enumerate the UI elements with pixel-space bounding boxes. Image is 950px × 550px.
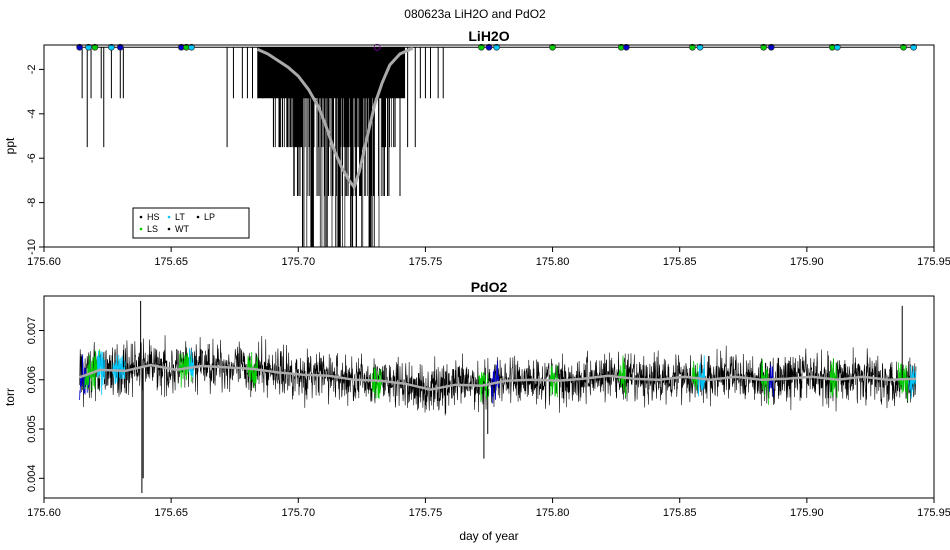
pdo2-colored-segment [188, 348, 195, 378]
lih2o-x-tick-label: 175.60 [27, 256, 61, 268]
lih2o-legend: HS LT LP LS WT [132, 207, 250, 239]
pdo2-x-tick-label: 175.65 [154, 507, 188, 519]
lih2o-y-tick-label: -6 [26, 153, 38, 163]
figure-title: 080623a LiH2O and PdO2 [404, 7, 546, 21]
pdo2-x-tick-label: 175.70 [281, 507, 315, 519]
lih2o-x-tick-label: 175.90 [790, 256, 824, 268]
pdo2-xlabel: day of year [459, 529, 518, 543]
lih2o-x-tick-label: 175.85 [663, 256, 697, 268]
pdo2-x-tick-label: 175.90 [790, 507, 824, 519]
legend-label-wt: WT [175, 224, 189, 234]
pdo2-panel: PdO2 torr 175.60 175.65 175.70 175.75 175.80… [3, 279, 950, 543]
lih2o-panel: LiH2O ppt 175.60 175.65 175.70 175.75 175.80… [3, 28, 950, 268]
pdo2-title: PdO2 [471, 279, 508, 295]
legend-label-ls: LS [147, 224, 158, 234]
lih2o-ylabel: ppt [3, 137, 17, 154]
pdo2-x-tick-label: 175.95 [917, 507, 950, 519]
lih2o-y-tick-label: -4 [26, 109, 38, 119]
lih2o-y-tick-label: -10 [26, 239, 38, 255]
pdo2-x-tick-label: 175.60 [27, 507, 61, 519]
pdo2-y-tick-label: 0.007 [26, 317, 38, 345]
lih2o-x-tick-label: 175.95 [917, 256, 950, 268]
legend-marker-ls [139, 227, 143, 231]
legend-label-hs: HS [147, 212, 160, 222]
lih2o-x-tick-label: 175.70 [281, 256, 315, 268]
pdo2-y-tick-label: 0.006 [26, 366, 38, 394]
pdo2-y-tick-label: 0.005 [26, 415, 38, 443]
lih2o-x-tick-label: 175.65 [154, 256, 188, 268]
pdo2-ylabel: torr [3, 388, 17, 406]
lih2o-title: LiH2O [468, 28, 509, 44]
lih2o-x-tick-label: 175.75 [409, 256, 443, 268]
lih2o-x-tick-label: 175.80 [536, 256, 570, 268]
lih2o-y-tick-label: -2 [26, 65, 38, 75]
legend-marker-lt [167, 215, 171, 219]
legend-label-lt: LT [175, 212, 185, 222]
pdo2-y-tick-label: 0.004 [26, 465, 38, 493]
pdo2-plot-area [79, 300, 917, 494]
figure-canvas: 080623a LiH2O and PdO2 LiH2O ppt 175.60 1… [3, 7, 950, 543]
pdo2-colored-segment [692, 361, 698, 391]
legend-marker-hs [139, 215, 143, 219]
pdo2-x-tick-label: 175.85 [663, 507, 697, 519]
lih2o-y-tick-label: -8 [26, 198, 38, 208]
legend-marker-lp [196, 215, 200, 219]
pdo2-x-tick-label: 175.75 [409, 507, 443, 519]
pdo2-x-tick-label: 175.80 [536, 507, 570, 519]
legend-label-lp: LP [204, 212, 215, 222]
legend-marker-wt [167, 227, 171, 231]
